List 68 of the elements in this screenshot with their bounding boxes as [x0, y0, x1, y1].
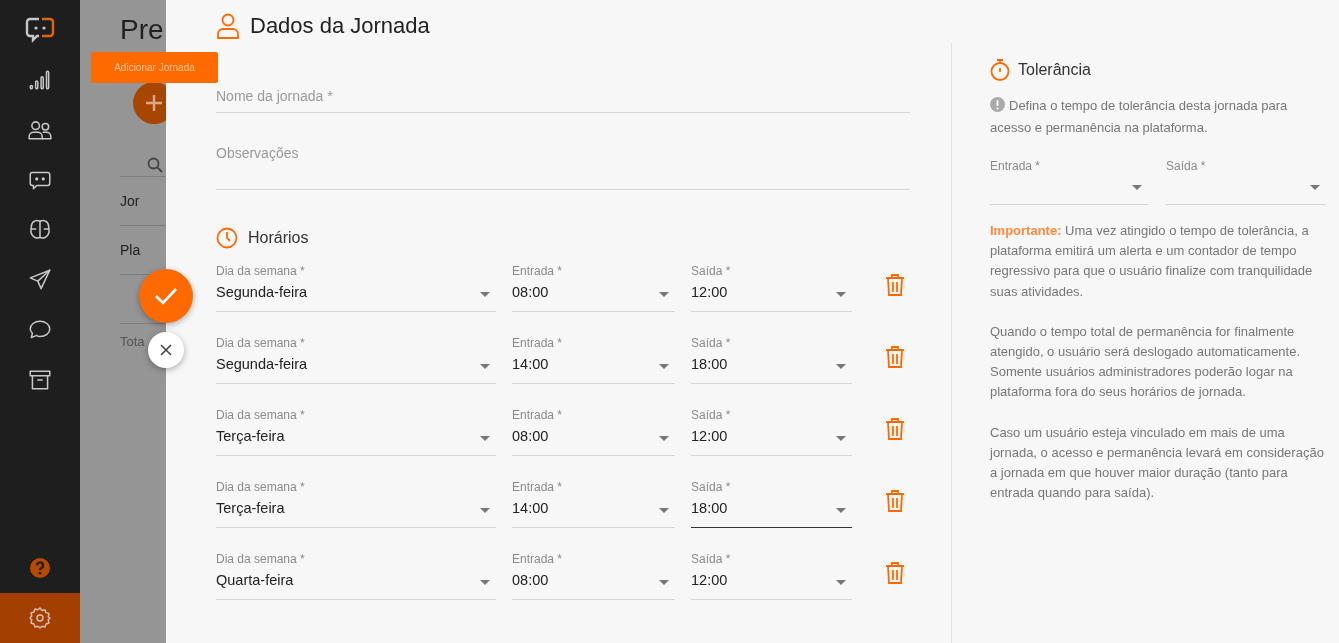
end-time-select[interactable]: Saída * 12:00	[691, 408, 852, 456]
clock-icon	[216, 227, 238, 249]
dropdown-caret-icon	[659, 292, 669, 297]
dropdown-caret-icon	[1310, 185, 1320, 190]
delete-button[interactable]	[884, 490, 906, 515]
settings-icon[interactable]	[28, 606, 52, 630]
end-time-select[interactable]: Saída * 18:00	[691, 336, 852, 384]
delete-button[interactable]	[884, 418, 906, 443]
section-title: Dados da Jornada	[250, 13, 430, 39]
start-time-select[interactable]: Entrada * 14:00	[512, 336, 675, 384]
trash-icon	[885, 490, 905, 512]
trash-icon	[885, 418, 905, 440]
total-label: Tota	[120, 334, 145, 349]
dropdown-caret-icon	[480, 508, 490, 513]
dropdown-caret-icon	[659, 364, 669, 369]
dropdown-caret-icon	[836, 580, 846, 585]
dropdown-caret-icon	[836, 292, 846, 297]
dropdown-caret-icon	[836, 436, 846, 441]
dropdown-caret-icon	[659, 436, 669, 441]
note-text: Importante: Uma vez atingido o tempo de tolerância, a plataforma emitirá um alerta e um contador de tempo regressivo para que o usuário finalize com tranquilidade suas atividades.	[990, 222, 1314, 301]
stopwatch-icon	[990, 59, 1010, 81]
delete-button[interactable]	[884, 562, 906, 587]
dropdown-caret-icon	[480, 364, 490, 369]
trash-icon	[885, 274, 905, 296]
table-cell: Pla	[120, 242, 141, 258]
page-title: Pre	[120, 14, 164, 46]
section-title: Horários	[248, 229, 309, 247]
dropdown-caret-icon	[659, 508, 669, 513]
dropdown-caret-icon	[480, 292, 490, 297]
end-time-select[interactable]: Saída * 18:00	[691, 480, 852, 528]
dropdown-caret-icon	[659, 580, 669, 585]
start-time-select[interactable]: Entrada * 08:00	[512, 264, 675, 312]
tooltip: Adicionar Jornada	[91, 52, 218, 83]
delete-button[interactable]	[884, 346, 906, 371]
section-title: Tolerância	[1018, 61, 1091, 79]
plus-icon	[144, 93, 164, 113]
weekday-select[interactable]: Dia da semana * Terça-feira	[216, 480, 496, 528]
start-time-select[interactable]: Entrada * 14:00	[512, 480, 675, 528]
trash-icon	[885, 346, 905, 368]
search-icon[interactable]	[147, 157, 163, 173]
dropdown-caret-icon	[480, 436, 490, 441]
dropdown-caret-icon	[836, 508, 846, 513]
dropdown-caret-icon	[480, 580, 490, 585]
check-icon	[154, 287, 178, 305]
close-icon	[160, 344, 172, 356]
dropdown-caret-icon	[1132, 185, 1142, 190]
end-time-select[interactable]: Saída * 12:00	[691, 552, 852, 600]
help-icon[interactable]	[30, 558, 50, 578]
add-button[interactable]	[133, 82, 166, 124]
weekday-select[interactable]: Dia da semana * Terça-feira	[216, 408, 496, 456]
weekday-select[interactable]: Dia da semana * Quarta-feira	[216, 552, 496, 600]
name-field[interactable]: Nome da jornada *	[216, 88, 910, 113]
end-time-select[interactable]: Saída * 12:00	[691, 264, 852, 312]
weekday-select[interactable]: Dia da semana * Segunda-feira	[216, 336, 496, 384]
weekday-select[interactable]: Dia da semana * Segunda-feira	[216, 264, 496, 312]
table-cell: Jor	[120, 193, 140, 209]
logo-icon[interactable]	[25, 16, 55, 44]
delete-button[interactable]	[884, 274, 906, 299]
start-time-select[interactable]: Entrada * 08:00	[512, 552, 675, 600]
note-text: Quando o tempo total de permanência for finalmente atengido, o usuário será deslogado automaticamente. Somente usuários administradores poderão logar na plataforma fora do seus horários de jornada.	[990, 322, 1302, 402]
info-text: Defina o tempo de tolerância desta jornada para acesso e permanência na plataforma.	[990, 96, 1289, 137]
user-icon	[216, 13, 240, 39]
trash-icon	[885, 562, 905, 584]
info-icon	[990, 97, 1005, 112]
note-text: Caso um usuário esteja vinculado em mais de uma jornada, o acesso e permanência levará em consideração a jornada em que houver maior duração (tanto para entrada quando para saída).	[990, 423, 1325, 503]
dropdown-caret-icon	[836, 364, 846, 369]
notes-field[interactable]: Observações	[216, 145, 910, 190]
start-time-select[interactable]: Entrada * 08:00	[512, 408, 675, 456]
